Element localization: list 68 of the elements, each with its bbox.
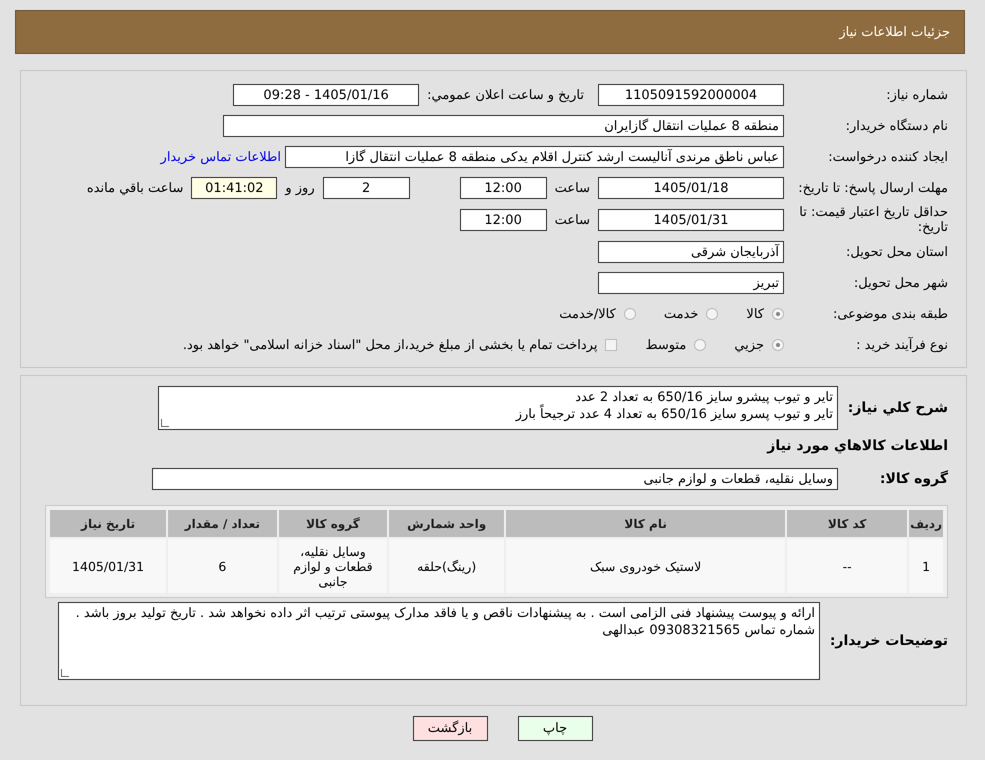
radio-button[interactable] bbox=[624, 308, 636, 320]
buyer-org-field[interactable]: منطقه 8 عملیات انتقال گازایران bbox=[223, 115, 784, 137]
radio-button[interactable] bbox=[772, 308, 784, 320]
days-field[interactable]: 2 bbox=[322, 177, 410, 199]
field-label: شهر محل تحویل: bbox=[852, 276, 948, 290]
field-label: ایجاد کننده درخواست: bbox=[827, 150, 948, 164]
field-label: مهلت ارسال پاسخ: تا تاریخ: bbox=[797, 180, 948, 196]
column-header: تاریخ نیاز bbox=[50, 510, 166, 537]
resize-grip-icon bbox=[61, 669, 69, 677]
radio-label: کالا/خدمت bbox=[559, 306, 616, 322]
table-cell: -- bbox=[787, 539, 908, 593]
column-header: کد کالا bbox=[787, 510, 908, 537]
province-field[interactable]: آذربایجان شرقی bbox=[598, 241, 784, 263]
resize-grip-icon bbox=[161, 419, 169, 427]
radio-label: متوسط bbox=[645, 338, 686, 352]
table-cell: وسایل نقلیه، قطعات و لوازم جانبی bbox=[278, 539, 388, 593]
back-button[interactable]: بازگشت bbox=[412, 716, 488, 741]
section-title: اطلاعات كالاهاي مورد نياز bbox=[766, 438, 948, 454]
deadline-time-field[interactable]: 12:00 bbox=[460, 177, 547, 199]
field-label: استان محل تحویل: bbox=[845, 244, 948, 260]
field-label: گروه کالا: bbox=[878, 471, 948, 487]
deadline-date-field[interactable]: 1405/01/18 bbox=[598, 177, 784, 199]
field-label: شرح كلي نياز: bbox=[846, 400, 948, 416]
field-label: تاریخ و ساعت اعلان عمومي: bbox=[427, 88, 584, 102]
field-label: توضیحات خریدار: bbox=[828, 633, 948, 649]
radio-label: جزيي bbox=[734, 338, 764, 352]
field-label: حداقل تاریخ اعتبار قیمت: تا تاریخ: bbox=[798, 205, 948, 235]
table-cell: 1 bbox=[909, 539, 943, 593]
remaining-label: ساعت باقي مانده bbox=[86, 180, 184, 196]
print-button[interactable]: چاپ bbox=[518, 716, 592, 741]
checkbox[interactable] bbox=[605, 339, 618, 351]
description-line: تایر و تیوب پیشرو سایز 650/16 به تعداد 2 عدد bbox=[575, 389, 833, 406]
validity-time-field[interactable]: 12:00 bbox=[460, 209, 547, 231]
validity-date-field[interactable]: 1405/01/31 bbox=[598, 209, 784, 231]
time-label: ساعت bbox=[554, 212, 591, 228]
radio-label: کالا bbox=[746, 306, 764, 322]
table-cell: 6 bbox=[168, 539, 277, 593]
column-header: ردیف bbox=[909, 510, 943, 537]
column-header: نام کالا bbox=[506, 510, 786, 537]
description-line: تایر و تیوب پسرو سایز 650/16 به تعداد 4 عدد ترجیحاً بارز bbox=[163, 406, 833, 423]
buyer-notes-textarea[interactable]: ارائه و پیوست پیشنهاد فنی الزامی است . به پیشنهادات ناقص و یا فاقد مدارک پیوستی ترتیب اثر داده نخواهد شد . تاریخ تولید بروز باشد . شماره تماس 09308321565 عبدالهی bbox=[58, 602, 820, 680]
column-header: تعداد / مقدار bbox=[168, 510, 277, 537]
field-label: نام دستگاه خریدار: bbox=[844, 118, 948, 134]
buyer-contact-link[interactable]: اطلاعات تماس خریدار bbox=[160, 150, 281, 164]
days-label: روز و bbox=[284, 180, 316, 196]
field-label: شماره نیاز: bbox=[885, 88, 948, 102]
need-number-field[interactable]: 1105091592000004 bbox=[598, 84, 784, 106]
column-header: گروه کالا bbox=[278, 510, 388, 537]
announce-date-field[interactable]: 1405/01/16 - 09:28 bbox=[233, 84, 420, 106]
radio-button[interactable] bbox=[706, 308, 718, 320]
table-cell: لاستیک خودروی سبک bbox=[506, 539, 786, 593]
table-cell: 1405/01/31 bbox=[50, 539, 166, 593]
page-title: جزئیات اطلاعات نیاز bbox=[839, 24, 950, 40]
column-header: واحد شمارش bbox=[389, 510, 504, 537]
description-textarea[interactable]: تایر و تیوب پیشرو سایز 650/16 به تعداد 2 عدد تایر و تیوب پسرو سایز 650/16 به تعداد 4 عدد ترجیحاً بارز bbox=[158, 386, 838, 430]
field-label: طبقه بندی موضوعی: bbox=[832, 306, 948, 322]
table-cell: (رینگ)حلقه bbox=[389, 539, 504, 593]
goods-group-field[interactable]: وسایل نقلیه، قطعات و لوازم جانبی bbox=[152, 468, 838, 490]
creator-field[interactable]: عباس ناطق مرندی آنالیست ارشد کنترل اقلام یدکی منطقه 8 عملیات انتقال گازا bbox=[285, 146, 784, 168]
radio-label: خدمت bbox=[664, 306, 698, 322]
time-label: ساعت bbox=[554, 180, 591, 196]
radio-button[interactable] bbox=[694, 339, 706, 351]
field-label: نوع فرآیند خرید : bbox=[855, 338, 948, 352]
city-field[interactable]: تبریز bbox=[598, 272, 784, 294]
checkbox-label: پرداخت تمام یا بخشی از مبلغ خرید،از محل "اسناد خزانه اسلامی" خواهد بود. bbox=[182, 338, 598, 352]
remaining-time-field[interactable]: 01:41:02 bbox=[191, 177, 278, 199]
buyer-notes-text: ارائه و پیوست پیشنهاد فنی الزامی است . به پیشنهادات ناقص و یا فاقد مدارک پیوستی ترتیب اثر داده نخواهد شد . تاریخ تولید بروز باشد . شماره تماس 09308321565 عبدالهی bbox=[74, 605, 815, 639]
radio-button[interactable] bbox=[772, 339, 784, 351]
